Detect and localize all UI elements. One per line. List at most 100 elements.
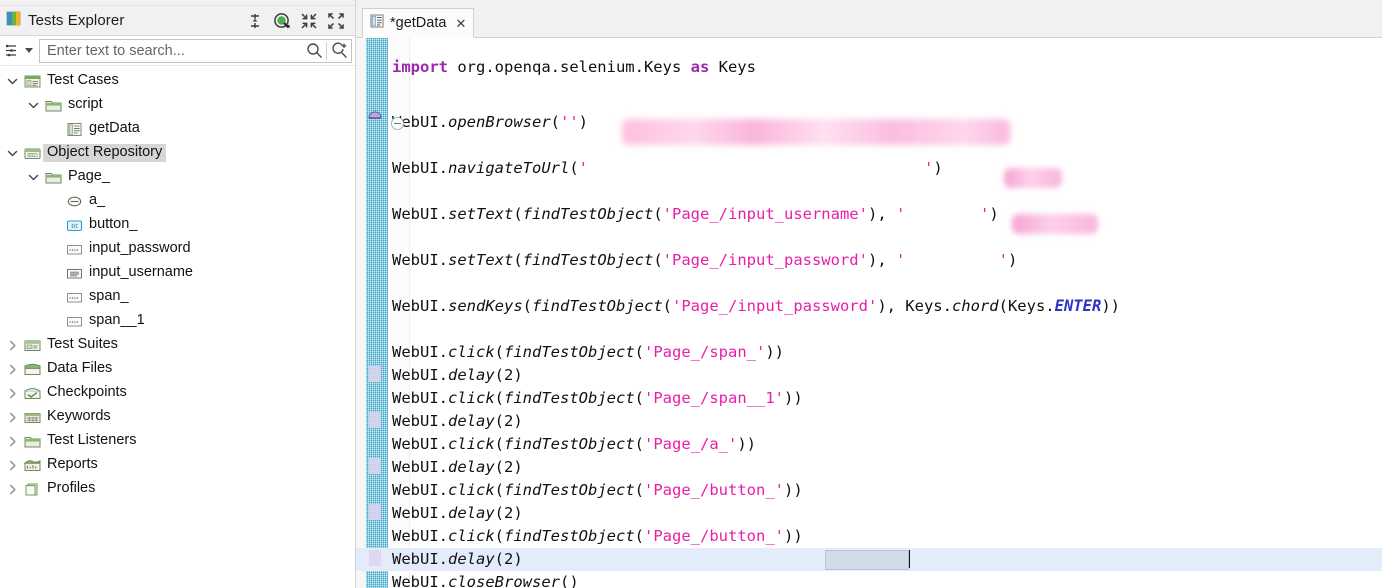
code-line[interactable]: WebUI.click(findTestObject('Page_/button… bbox=[356, 479, 1382, 502]
tree-item-label: Profiles bbox=[47, 480, 96, 497]
tree-item-span[interactable]: span_ bbox=[0, 285, 356, 309]
occurrence-highlight bbox=[825, 550, 909, 570]
test-suites-icon bbox=[21, 338, 43, 353]
chevron-down-icon[interactable] bbox=[4, 148, 21, 159]
chevron-down-icon[interactable] bbox=[25, 172, 42, 183]
code-line[interactable]: WebUI.closeBrowser() bbox=[356, 571, 1382, 588]
tree-item-label: Page_ bbox=[68, 168, 110, 185]
tree-item-a[interactable]: a_ bbox=[0, 189, 356, 213]
code-editor[interactable]: import org.openqa.selenium.Keys as Keys W… bbox=[356, 38, 1382, 588]
tree-item-label: Object Repository bbox=[43, 144, 167, 162]
checkpoints-icon bbox=[21, 386, 43, 401]
code-line[interactable]: WebUI.sendKeys(findTestObject('Page_/inp… bbox=[356, 295, 1382, 318]
data-files-icon bbox=[21, 362, 43, 377]
maximize-icon[interactable] bbox=[327, 12, 345, 30]
anchor-object-icon bbox=[63, 194, 85, 209]
tree-item-label: input_username bbox=[89, 264, 193, 281]
explorer-search-row bbox=[0, 36, 356, 66]
tab-getdata[interactable]: *getData ✕ bbox=[362, 8, 475, 38]
gutter-change-marker bbox=[369, 504, 381, 520]
code-line[interactable]: WebUI.delay(2) bbox=[356, 502, 1382, 525]
code-line[interactable]: import org.openqa.selenium.Keys as Keys bbox=[356, 56, 1382, 79]
code-line[interactable]: WebUI.openBrowser('') bbox=[356, 111, 1382, 134]
tree-item-label: Checkpoints bbox=[47, 384, 127, 401]
svg-text:bt: bt bbox=[71, 222, 78, 230]
tree-item-object-repository[interactable]: Object Repository bbox=[0, 141, 356, 165]
code-line[interactable]: WebUI.navigateToUrl(' ') bbox=[356, 157, 1382, 180]
advanced-search-icon[interactable] bbox=[327, 40, 351, 62]
filter-icon[interactable] bbox=[2, 41, 22, 61]
input-object-icon bbox=[63, 314, 85, 329]
search-icon[interactable] bbox=[302, 40, 326, 62]
tests-explorer-title: Tests Explorer bbox=[28, 12, 125, 29]
gutter-change-marker bbox=[369, 412, 381, 428]
tree-item-data-files[interactable]: Data Files bbox=[0, 357, 356, 381]
chevron-right-icon[interactable] bbox=[4, 436, 21, 447]
search-input[interactable] bbox=[40, 42, 302, 59]
keywords-icon bbox=[21, 410, 43, 425]
tree-item-label: Keywords bbox=[47, 408, 111, 425]
tree-item-label: input_password bbox=[89, 240, 191, 257]
code-line[interactable]: WebUI.delay(2) bbox=[356, 410, 1382, 433]
tree-item-getdata[interactable]: getData bbox=[0, 117, 356, 141]
gutter-change-marker bbox=[369, 366, 381, 382]
test-listeners-icon bbox=[21, 434, 43, 449]
chevron-down-icon[interactable] bbox=[22, 48, 36, 53]
code-line[interactable]: WebUI.delay(2) bbox=[356, 456, 1382, 479]
tree-item-label: Test Listeners bbox=[47, 432, 137, 449]
test-case-icon bbox=[63, 122, 85, 137]
chevron-right-icon[interactable] bbox=[4, 388, 21, 399]
chevron-right-icon[interactable] bbox=[4, 484, 21, 495]
chevron-right-icon[interactable] bbox=[4, 340, 21, 351]
folder-icon bbox=[42, 170, 64, 185]
tests-explorer-tree[interactable]: Test Cases script getData Object Repository… bbox=[0, 66, 356, 588]
tree-item-checkpoints[interactable]: Checkpoints bbox=[0, 381, 356, 405]
code-line[interactable]: WebUI.delay(2) bbox=[356, 364, 1382, 387]
tree-item-test-cases[interactable]: Test Cases bbox=[0, 69, 356, 93]
tests-explorer-toolbar bbox=[246, 12, 352, 30]
code-line[interactable]: WebUI.click(findTestObject('Page_/button… bbox=[356, 525, 1382, 548]
tree-item-test-listeners[interactable]: Test Listeners bbox=[0, 429, 356, 453]
chevron-down-icon[interactable] bbox=[25, 100, 42, 111]
tree-item-span-1[interactable]: span__1 bbox=[0, 309, 356, 333]
editor-area: *getData ✕ import org.openqa.selenium.Ke… bbox=[356, 0, 1382, 588]
tree-item-page[interactable]: Page_ bbox=[0, 165, 356, 189]
code-line[interactable]: WebUI.click(findTestObject('Page_/span__… bbox=[356, 387, 1382, 410]
refresh-icon[interactable] bbox=[273, 12, 291, 30]
code-surface[interactable]: import org.openqa.selenium.Keys as Keys W… bbox=[356, 38, 1382, 588]
tree-item-label: a_ bbox=[89, 192, 106, 209]
tree-item-label: Test Cases bbox=[47, 72, 119, 89]
tree-item-reports[interactable]: Reports bbox=[0, 453, 356, 477]
search-box[interactable] bbox=[39, 38, 352, 63]
gutter-change-marker bbox=[369, 458, 381, 474]
code-line[interactable]: WebUI.click(findTestObject('Page_/a_')) bbox=[356, 433, 1382, 456]
code-line[interactable]: WebUI.setText(findTestObject('Page_/inpu… bbox=[356, 249, 1382, 272]
chevron-right-icon[interactable] bbox=[4, 412, 21, 423]
input-object-icon bbox=[63, 290, 85, 305]
tree-item-label: button_ bbox=[89, 216, 138, 233]
tests-explorer-panel: Tests Explorer Enter text to search... T… bbox=[0, 0, 356, 588]
profiles-icon bbox=[21, 482, 43, 497]
tree-item-label: script bbox=[68, 96, 103, 113]
tree-item-profiles[interactable]: Profiles bbox=[0, 477, 356, 501]
tree-item-input-username[interactable]: input_username bbox=[0, 261, 356, 285]
collapse-all-icon[interactable] bbox=[300, 12, 318, 30]
tree-item-label: Reports bbox=[47, 456, 98, 473]
tree-item-label: Test Suites bbox=[47, 336, 118, 353]
chevron-down-icon[interactable] bbox=[4, 76, 21, 87]
tree-item-script[interactable]: script bbox=[0, 93, 356, 117]
tab-label: *getData bbox=[390, 15, 447, 31]
chevron-right-icon[interactable] bbox=[4, 460, 21, 471]
code-line[interactable]: WebUI.click(findTestObject('Page_/span_'… bbox=[356, 341, 1382, 364]
reports-icon bbox=[21, 458, 43, 473]
fold-collapse-icon[interactable] bbox=[391, 117, 404, 130]
chevron-right-icon[interactable] bbox=[4, 364, 21, 375]
link-with-editor-icon[interactable] bbox=[246, 12, 264, 30]
code-line[interactable]: WebUI.setText(findTestObject('Page_/inpu… bbox=[356, 203, 1382, 226]
close-icon[interactable]: ✕ bbox=[452, 17, 466, 30]
object-repository-icon bbox=[21, 146, 43, 161]
tree-item-keywords[interactable]: Keywords bbox=[0, 405, 356, 429]
tree-item-input-password[interactable]: input_password bbox=[0, 237, 356, 261]
tree-item-test-suites[interactable]: Test Suites bbox=[0, 333, 356, 357]
tree-item-button[interactable]: bt button_ bbox=[0, 213, 356, 237]
